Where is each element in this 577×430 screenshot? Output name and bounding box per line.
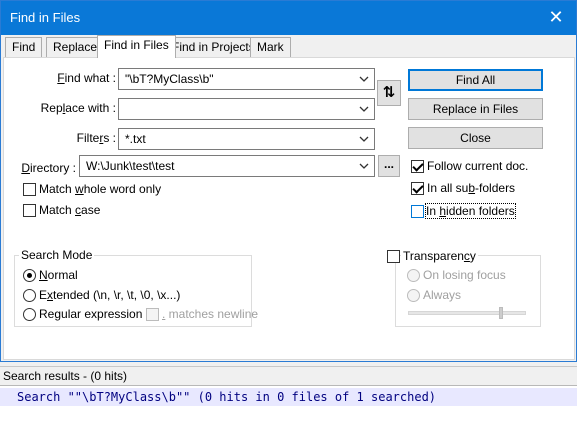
follow-current-doc-checkbox[interactable] xyxy=(411,160,424,173)
search-mode-regex-radio[interactable] xyxy=(23,308,36,321)
chevron-down-icon[interactable] xyxy=(358,132,370,146)
close-button[interactable]: Close xyxy=(408,127,543,149)
transparency-slider[interactable] xyxy=(408,307,526,319)
match-case-label: Match case xyxy=(39,203,101,217)
search-mode-regex-label: Regular expression xyxy=(39,307,143,321)
always-radio[interactable] xyxy=(407,289,420,302)
search-mode-extended-label: Extended (\n, \r, \t, \0, \x...) xyxy=(39,288,181,302)
find-what-label: Find what : xyxy=(57,71,116,85)
in-hidden-folders-label: In hidden folders xyxy=(425,203,516,219)
filters-value: *.txt xyxy=(125,132,146,146)
chevron-down-icon[interactable] xyxy=(358,102,370,116)
in-all-subfolders-label: In all sub-folders xyxy=(427,181,516,195)
search-mode-title: Search Mode xyxy=(19,248,95,262)
tab-find[interactable]: Find xyxy=(5,37,43,57)
search-results-title: Search results - (0 hits) xyxy=(3,369,128,383)
match-case-checkbox[interactable] xyxy=(23,204,36,217)
directory-label: Directory : xyxy=(21,161,76,175)
search-mode-extended-radio[interactable] xyxy=(23,289,36,302)
search-results-header: Search results - (0 hits) xyxy=(0,366,577,384)
browse-directory-button[interactable]: ... xyxy=(378,155,400,177)
title-bar[interactable]: Find in Files ✕ xyxy=(1,1,576,35)
chevron-down-icon[interactable] xyxy=(358,159,370,173)
search-mode-normal-label: Normal xyxy=(39,268,78,282)
in-hidden-folders-checkbox[interactable] xyxy=(411,205,424,218)
on-losing-focus-label: On losing focus xyxy=(423,268,506,282)
filters-combo[interactable]: *.txt xyxy=(118,128,375,150)
directory-combo[interactable]: W:\Junk\test\test xyxy=(79,155,375,177)
replace-in-files-button[interactable]: Replace in Files xyxy=(408,98,543,120)
match-whole-word-checkbox[interactable] xyxy=(23,183,36,196)
matches-newline-checkbox[interactable] xyxy=(146,308,159,321)
swap-arrows-icon: ⇅ xyxy=(382,84,396,101)
find-all-button[interactable]: Find All xyxy=(408,69,543,91)
filters-label: Filters : xyxy=(76,131,116,145)
tab-find-in-files[interactable]: Find in Files xyxy=(97,35,176,58)
search-mode-normal-radio[interactable] xyxy=(23,269,36,282)
in-all-subfolders-checkbox[interactable] xyxy=(411,182,424,195)
follow-current-doc-label: Follow current doc. xyxy=(427,159,529,173)
replace-with-label: Replace with : xyxy=(40,101,116,115)
on-losing-focus-radio[interactable] xyxy=(407,269,420,282)
search-results-body[interactable]: Search ""\bT?MyClass\b"" (0 hits in 0 fi… xyxy=(0,385,577,430)
always-label: Always xyxy=(423,288,462,302)
swap-find-replace-button[interactable]: ⇅ xyxy=(377,80,401,106)
search-results-line[interactable]: Search ""\bT?MyClass\b"" (0 hits in 0 fi… xyxy=(0,388,577,406)
tab-panel: Find what : "\bT?MyClass\b" ⇅ Replace wi… xyxy=(3,57,575,360)
find-what-value: "\bT?MyClass\b" xyxy=(125,72,214,86)
match-whole-word-label: Match whole word only xyxy=(39,182,162,196)
matches-newline-label: . matches newline xyxy=(162,307,259,321)
tab-find-in-projects[interactable]: Find in Projects xyxy=(165,37,262,57)
find-what-combo[interactable]: "\bT?MyClass\b" xyxy=(118,68,375,90)
transparency-checkbox[interactable] xyxy=(387,250,400,263)
transparency-label: Transparency xyxy=(401,249,478,263)
tab-replace[interactable]: Replace xyxy=(46,37,105,57)
window-title: Find in Files xyxy=(10,10,81,25)
close-icon[interactable]: ✕ xyxy=(546,7,566,27)
chevron-down-icon[interactable] xyxy=(358,72,370,86)
find-in-files-dialog: Find in Files ✕ Find Replace Find in Fil… xyxy=(0,0,577,362)
tab-mark[interactable]: Mark xyxy=(250,37,291,57)
replace-with-combo[interactable] xyxy=(118,98,375,120)
directory-value: W:\Junk\test\test xyxy=(86,159,175,173)
slider-thumb[interactable] xyxy=(499,307,503,319)
